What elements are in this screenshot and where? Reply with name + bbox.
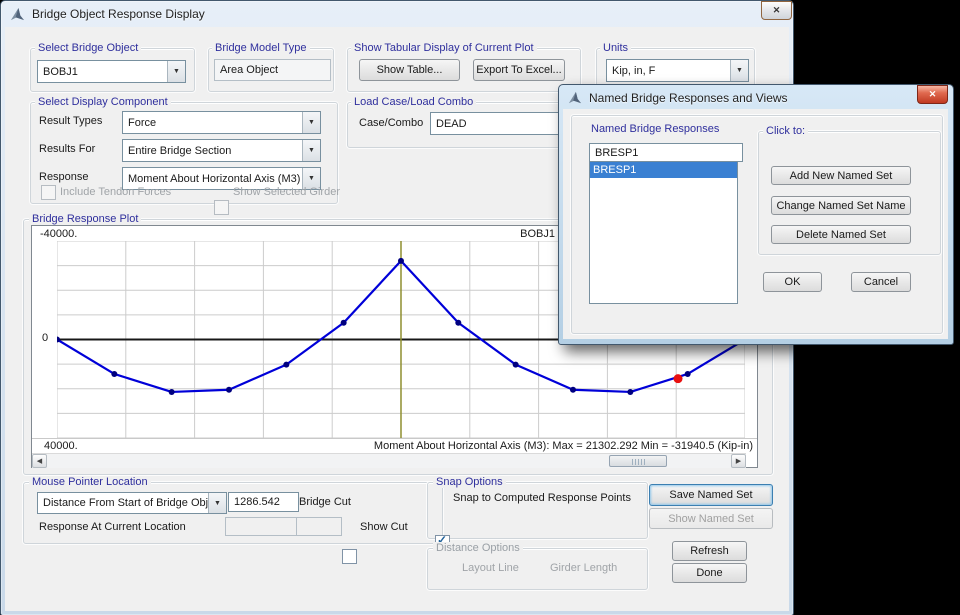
include-tendon-label: Include Tendon Forces <box>60 185 171 199</box>
show-table-button[interactable]: Show Table... <box>359 59 460 81</box>
bridge-object-combo[interactable]: BOBJ1 ▼ <box>37 60 186 83</box>
bridge-model-type-value: Area Object <box>214 59 331 81</box>
main-close-button[interactable]: ✕ <box>761 1 792 20</box>
dialog-titlebar[interactable]: Named Bridge Responses and Views <box>559 85 953 111</box>
show-girder-checkbox <box>214 200 229 215</box>
click-to-label: Click to: <box>763 125 808 137</box>
plot-caption: Moment About Horizontal Axis (M3): Max =… <box>374 440 753 452</box>
result-types-label: Result Types <box>39 114 102 128</box>
add-named-set-button[interactable]: Add New Named Set <box>771 166 911 185</box>
response-value-field-1 <box>225 517 298 536</box>
close-icon: ✕ <box>929 89 937 100</box>
change-named-set-button[interactable]: Change Named Set Name <box>771 196 911 215</box>
distance-options-label: Distance Options <box>433 542 523 554</box>
plot-object-name: BOBJ1 <box>520 228 555 240</box>
chevron-down-icon: ▼ <box>302 112 320 133</box>
named-response-name-input[interactable]: BRESP1 <box>589 143 743 162</box>
save-named-set-button[interactable]: Save Named Set <box>649 484 773 506</box>
chevron-down-icon: ▼ <box>208 493 226 513</box>
response-value-field-2 <box>296 517 342 536</box>
results-for-combo-value: Entire Bridge Section <box>123 145 302 157</box>
show-cut-checkbox[interactable] <box>342 549 357 564</box>
response-label: Response <box>39 170 89 184</box>
scrollbar-thumb[interactable] <box>609 455 667 467</box>
response-combo-value: Moment About Horizontal Axis (M3) <box>123 173 302 185</box>
bridge-model-type-label: Bridge Model Type <box>212 42 310 54</box>
app-icon <box>10 7 25 22</box>
ok-button[interactable]: OK <box>763 272 822 292</box>
scroll-left-icon: ◀ <box>37 457 42 465</box>
dialog-title: Named Bridge Responses and Views <box>589 91 788 105</box>
display-component-label: Select Display Component <box>35 96 171 108</box>
close-icon: ✕ <box>773 5 781 16</box>
y-axis-bottom-label: 40000. <box>44 440 78 452</box>
export-excel-button[interactable]: Export To Excel... <box>473 59 565 81</box>
chevron-down-icon: ▼ <box>730 60 748 81</box>
girder-length-label: Girder Length <box>550 561 617 575</box>
result-types-combo-value: Force <box>123 117 302 129</box>
response-at-location-label: Response At Current Location <box>39 520 186 534</box>
bridge-cut-distance-input[interactable]: 1286.542 <box>228 492 299 512</box>
select-bridge-object-label: Select Bridge Object <box>35 42 141 54</box>
results-for-combo[interactable]: Entire Bridge Section ▼ <box>122 139 321 162</box>
cancel-button[interactable]: Cancel <box>851 272 911 292</box>
list-item[interactable]: BRESP1 <box>590 162 737 178</box>
plot-caption-bar: 40000. Moment About Horizontal Axis (M3)… <box>32 438 757 454</box>
delete-named-set-button[interactable]: Delete Named Set <box>771 225 911 244</box>
refresh-button[interactable]: Refresh <box>672 541 747 561</box>
units-label: Units <box>600 42 631 54</box>
bridge-object-combo-value: BOBJ1 <box>38 66 167 78</box>
named-responses-listbox[interactable]: BRESP1 <box>589 161 738 304</box>
case-combo-value: DEAD <box>431 118 562 130</box>
scroll-left-button[interactable]: ◀ <box>32 454 47 468</box>
plot-horizontal-scrollbar[interactable]: ◀ ▶ <box>32 453 746 468</box>
units-combo-value: Kip, in, F <box>607 65 730 77</box>
done-button[interactable]: Done <box>672 563 747 583</box>
scrollbar-thumb-grip <box>632 459 645 465</box>
layout-line-label: Layout Line <box>462 561 519 575</box>
snap-options-label: Snap Options <box>433 476 506 488</box>
pointer-mode-combo[interactable]: Distance From Start of Bridge Object ▼ <box>37 492 227 514</box>
snap-checkbox-label: Snap to Computed Response Points <box>453 491 631 505</box>
bridge-cut-label: Bridge Cut <box>299 495 351 509</box>
scroll-right-icon: ▶ <box>736 457 741 465</box>
mouse-pointer-label: Mouse Pointer Location <box>29 476 151 488</box>
load-case-group-label: Load Case/Load Combo <box>351 96 476 108</box>
pointer-mode-combo-value: Distance From Start of Bridge Object <box>38 497 208 509</box>
result-types-combo[interactable]: Force ▼ <box>122 111 321 134</box>
y-axis-zero-label: 0 <box>42 332 48 344</box>
chevron-down-icon: ▼ <box>167 61 185 82</box>
results-for-label: Results For <box>39 142 95 156</box>
response-plot-label: Bridge Response Plot <box>29 213 141 225</box>
main-window-title: Bridge Object Response Display <box>32 7 205 21</box>
include-tendon-checkbox <box>41 185 56 200</box>
units-combo[interactable]: Kip, in, F ▼ <box>606 59 749 82</box>
scroll-right-button[interactable]: ▶ <box>731 454 746 468</box>
main-window-titlebar[interactable]: Bridge Object Response Display <box>1 1 793 27</box>
chevron-down-icon: ▼ <box>302 140 320 161</box>
case-combo-label: Case/Combo <box>359 116 423 130</box>
y-axis-top-label: -40000. <box>40 228 77 240</box>
app-icon <box>568 91 582 105</box>
show-named-set-button: Show Named Set <box>649 508 773 529</box>
tabular-display-label: Show Tabular Display of Current Plot <box>351 42 537 54</box>
dialog-close-button[interactable]: ✕ <box>917 85 948 104</box>
show-girder-label: Show Selected Girder <box>233 185 340 199</box>
show-cut-label: Show Cut <box>360 520 408 534</box>
named-responses-dialog: Named Bridge Responses and Views ✕ Named… <box>558 84 954 345</box>
named-responses-list-label: Named Bridge Responses <box>588 123 722 135</box>
